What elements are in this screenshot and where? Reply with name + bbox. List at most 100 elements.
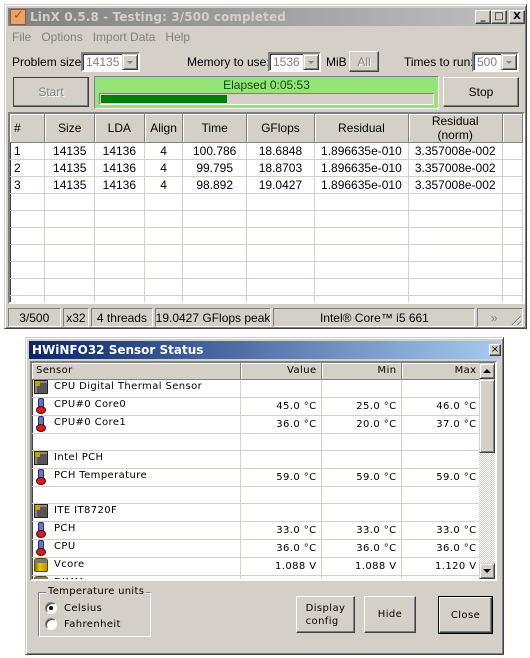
sensor-row[interactable]: DIMM1.664 V1.664 V1.664 V [32,575,482,579]
more-icon[interactable]: » [491,311,498,325]
col-header-gflops[interactable]: GFlops [246,114,316,143]
problem-size-combo[interactable]: 14135 [81,52,140,72]
menu-file[interactable]: File [9,28,36,46]
result-cell [314,278,409,296]
empty-row[interactable] [10,193,523,211]
sensor-value [240,486,322,504]
empty-row[interactable] [10,227,523,245]
linx-titlebar[interactable]: LinX 0.5.8 - Testing: 3/500 completed _ … [8,8,525,26]
col-header-residual-norm[interactable]: Residual (norm) [408,114,503,143]
chevron-down-icon[interactable] [501,54,517,70]
times-to-run-combo[interactable]: 500 [472,52,519,72]
scroll-down-arrow-icon[interactable] [479,563,495,579]
result-cell: 4 [144,176,184,194]
progress-bar [99,93,434,105]
col-header-min[interactable]: Min [321,363,402,380]
sensor-scrollbar[interactable] [479,363,495,579]
celsius-radio[interactable] [45,602,57,614]
hwinfo-window: HWiNFO32 Sensor Status × Sensor Value Mi… [25,337,504,655]
status-progress: 3/500 [8,308,61,327]
sensor-value: 33.0 °C [240,521,322,540]
hwinfo-titlebar[interactable]: HWiNFO32 Sensor Status × [29,341,501,359]
status-more[interactable]: » [477,308,523,327]
thermometer-icon [34,415,48,432]
celsius-option[interactable]: Celsius [45,602,102,614]
fahrenheit-label: Fahrenheit [64,618,121,630]
result-row[interactable]: 2 14135 14136 4 99.795 18.8703 1.896635e-010 3.… [10,159,523,177]
voltage-icon [34,575,48,579]
scroll-thumb[interactable] [479,379,495,453]
empty-row[interactable] [10,295,523,302]
sensor-min: 1.088 V [321,557,402,576]
results-header-row: # Size LDA Align Time GFlops Residual Re… [10,114,523,143]
resize-grip[interactable] [508,313,521,325]
menu-import-data[interactable]: Import Data [88,28,161,46]
sensor-row[interactable]: CPU 36.0 °C 36.0 °C 36.0 °C [32,539,482,558]
sensor-row[interactable]: PCH 33.0 °C 33.0 °C 33.0 °C [32,521,482,540]
sensor-row[interactable]: CPU Digital Thermal Sensor [32,379,482,398]
elapsed-time: Elapsed 0:05:53 [223,78,310,92]
col-header-index[interactable]: # [10,114,46,143]
result-cell [182,210,247,228]
fahrenheit-radio[interactable] [45,618,57,630]
hwinfo-close-icon[interactable]: × [489,344,501,356]
thermometer-icon [34,539,48,556]
sensor-max: 36.0 °C [401,539,482,558]
col-header-max[interactable]: Max [401,363,482,380]
fahrenheit-option[interactable]: Fahrenheit [45,618,121,630]
maximize-button[interactable]: □ [491,10,507,24]
sensor-row[interactable]: CPU#0 Core0 45.0 °C 25.0 °C 46.0 °C [32,397,482,416]
memory-combo[interactable]: 1536 [268,52,321,72]
menu-help[interactable]: Help [160,28,195,46]
display-config-button[interactable]: Display config [296,596,355,633]
sensor-min [321,486,402,504]
result-cell [10,295,46,302]
empty-row[interactable] [32,486,482,504]
chevron-down-icon[interactable] [303,54,319,70]
chevron-down-icon[interactable] [122,54,138,70]
col-header-residual[interactable]: Residual [314,114,409,143]
sensor-row[interactable]: ITE IT8720F [32,503,482,522]
result-cell [10,210,46,228]
empty-row[interactable] [10,244,523,262]
empty-row[interactable] [10,278,523,296]
empty-row[interactable] [32,433,482,451]
col-header-filler [502,114,523,143]
col-header-time[interactable]: Time [182,114,247,143]
col-header-align[interactable]: Align [144,114,184,143]
col-header-lda[interactable]: LDA [94,114,145,143]
sensor-name: CPU [34,539,76,556]
minimize-button[interactable]: _ [475,10,491,24]
result-cell [314,210,409,228]
result-cell: 3.357008e-002 [408,142,503,160]
result-cell [408,210,503,228]
memory-all-button[interactable]: All [349,51,379,72]
col-header-value[interactable]: Value [240,363,322,380]
sensor-row[interactable]: Intel PCH [32,450,482,469]
result-cell [44,261,96,279]
sensor-name: CPU Digital Thermal Sensor [34,379,202,394]
empty-row[interactable] [10,210,523,228]
result-cell [44,295,96,302]
menu-options[interactable]: Options [36,28,87,46]
hide-button[interactable]: Hide [364,596,416,633]
result-row[interactable]: 1 14135 14136 4 100.786 18.6848 1.896635e-010 3… [10,142,523,160]
scroll-up-arrow-icon[interactable] [479,363,495,379]
result-cell [502,159,523,177]
start-button[interactable]: Start [13,77,89,107]
sensor-name-cell: CPU Digital Thermal Sensor [32,379,241,398]
sensor-row[interactable]: PCH Temperature 59.0 °C 59.0 °C 59.0 °C [32,468,482,487]
sensor-row[interactable]: Vcore 1.088 V 1.088 V 1.120 V [32,557,482,576]
col-header-sensor[interactable]: Sensor [32,363,241,380]
sensor-name-cell: CPU [32,539,241,558]
close-window-button[interactable]: X [509,10,525,24]
result-cell [246,227,316,245]
sensor-row[interactable]: CPU#0 Core1 36.0 °C 20.0 °C 37.0 °C [32,415,482,434]
empty-row[interactable] [10,261,523,279]
result-cell: 18.8703 [246,159,316,177]
sensor-name-cell: PCH [32,521,241,540]
result-row[interactable]: 3 14135 14136 4 98.892 19.0427 1.896635e-010 3.… [10,176,523,194]
col-header-size[interactable]: Size [44,114,96,143]
close-button[interactable]: Close [438,596,493,634]
stop-button[interactable]: Stop [443,77,519,107]
